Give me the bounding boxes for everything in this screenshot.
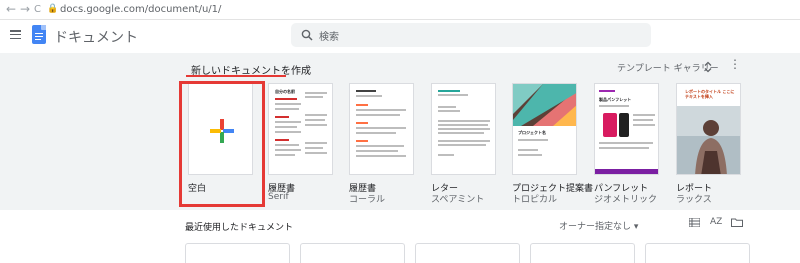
template-project-proposal[interactable]: プロジェクト名 [512,83,577,175]
recent-doc-card[interactable] [415,243,520,263]
thumb-graphic [513,84,576,126]
thumb-heading: プロジェクト名 [518,130,546,135]
template-report[interactable]: レポートのタイトル ここにテキストを挿入 [676,83,741,175]
more-vert-icon[interactable]: ⋮ [729,58,741,70]
recent-doc-card[interactable] [300,243,405,263]
title-underline [186,75,286,77]
reload-icon[interactable]: C [34,4,41,15]
owner-filter[interactable]: オーナー指定なし ▾ [559,219,638,232]
template-sub-resume-coral: コーラル [349,195,386,205]
app-header: ドキュメント 検索 [0,20,800,53]
google-docs-icon[interactable] [32,25,46,44]
template-sub-project: トロピカル [512,195,558,205]
recent-doc-card[interactable] [185,243,290,263]
template-brochure[interactable]: 製品パンフレット [594,83,659,175]
hamburger-icon[interactable] [10,30,21,40]
thumb-heading: 自分の名前 [275,89,295,94]
thumb-heading: レポートのタイトル ここにテキストを挿入 [685,89,735,99]
thumb-heading: 製品パンフレット [599,97,632,102]
template-resume-serif[interactable]: 自分の名前 [268,83,333,175]
folder-icon[interactable] [731,218,743,227]
app-title[interactable]: ドキュメント [54,27,138,47]
recent-doc-card[interactable] [530,243,635,263]
search-box[interactable]: 検索 [291,23,651,47]
sort-az-icon[interactable]: AZ [710,217,722,227]
template-label-blank: 空白 [188,184,207,194]
search-icon [301,29,313,41]
template-letter-spearmint[interactable] [431,83,496,175]
template-sub-report: ラックス [676,195,712,205]
unfold-icon[interactable] [704,61,712,73]
template-resume-coral[interactable] [349,83,414,175]
template-sub-resume-serif: Serif [268,192,289,202]
template-sub-letter: スペアミント [431,195,485,205]
list-view-icon[interactable] [689,218,700,227]
back-icon[interactable]: ← [6,2,16,16]
thumb-photo [677,106,740,174]
search-input[interactable]: 検索 [319,28,339,43]
recent-title: 最近使用したドキュメント [185,223,294,233]
template-gallery: 新しいドキュメントを作成 テンプレート ギャラリー ⋮ 空白 自分の名前 履歴書… [0,53,800,210]
recent-documents: 最近使用したドキュメント オーナー指定なし ▾ AZ [0,210,800,263]
template-sub-brochure: ジオメトリック [594,195,658,205]
browser-address-bar: ← → C 🔒 docs.google.com/document/u/1/ [0,0,800,20]
recent-doc-card[interactable] [645,243,750,263]
url-text[interactable]: docs.google.com/document/u/1/ [60,4,221,15]
forward-icon[interactable]: → [20,2,30,16]
lock-icon: 🔒 [47,4,59,14]
